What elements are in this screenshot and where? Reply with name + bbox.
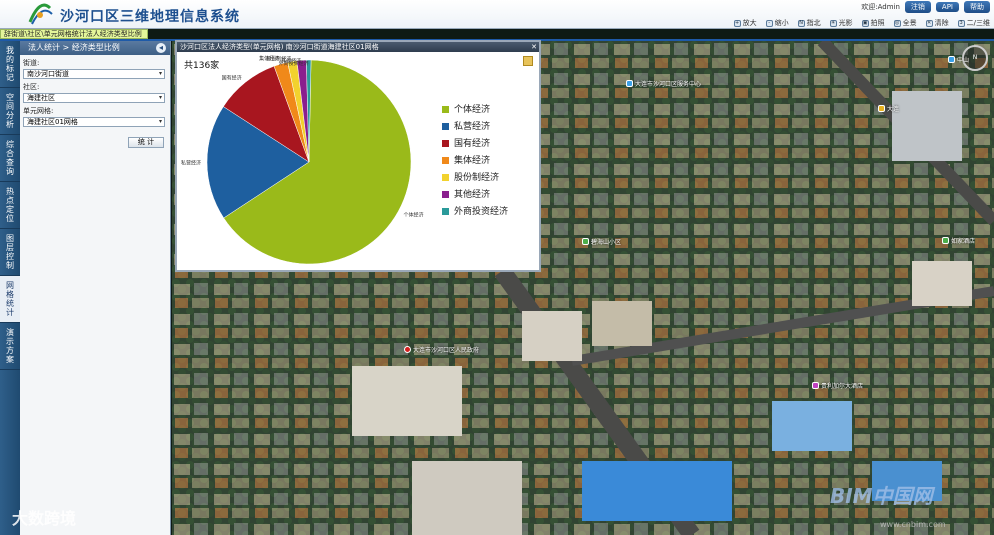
app-header: 沙河口区三维地理信息系统 欢迎:Admin 注销 API 帮助 + 放大 - 缩小 … — [0, 0, 994, 29]
view-toggle-button[interactable]: 3 二/三维 — [957, 18, 990, 28]
tab-layers[interactable]: 图层控制 — [0, 229, 20, 276]
legend-swatch — [442, 106, 449, 113]
help-button[interactable]: 帮助 — [964, 1, 990, 13]
chart-window-titlebar[interactable]: 沙河口区法人经济类型(单元网格) 南沙河口街道海建社区01网格 ✕ — [177, 42, 539, 52]
pin-icon — [404, 346, 411, 353]
map-toolbar: + 放大 - 缩小 N 指北 ☀ 光影 ▣ 拍照 ◎ 全景 ✕ 清除 3 二/三维 — [733, 18, 990, 28]
legend-swatch — [442, 123, 449, 130]
back-icon[interactable]: ◂ — [156, 43, 166, 53]
pin-icon — [878, 105, 885, 112]
pie-slice-label: 私营经济 — [181, 159, 201, 166]
legend-label: 国有经济 — [454, 137, 490, 149]
app-logo-icon — [28, 3, 53, 25]
grid-label: 单元网格: — [23, 107, 54, 115]
clear-button[interactable]: ✕ 清除 — [925, 18, 949, 28]
legend-label: 集体经济 — [454, 154, 490, 166]
street-label: 街道: — [23, 59, 40, 67]
watermark-left: 大数跨境 — [12, 509, 77, 528]
street-select[interactable]: 南沙河口街道 ▾ — [23, 69, 165, 79]
grid-select[interactable]: 海建社区01网格 ▾ — [23, 117, 165, 127]
welcome-text: 欢迎:Admin — [861, 3, 900, 11]
tab-hotspot[interactable]: 热点定位 — [0, 182, 20, 229]
breadcrumb: 辞街道\社区\单元网格统计法人经济类型比例 — [0, 29, 148, 39]
statistics-button[interactable]: 统 计 — [128, 137, 164, 148]
tab-spatial-analysis[interactable]: 空间分析 — [0, 88, 20, 135]
close-icon[interactable]: ✕ — [531, 42, 537, 52]
zoom-out-button[interactable]: - 缩小 — [765, 18, 789, 28]
user-area: 欢迎:Admin 注销 API 帮助 — [861, 1, 990, 13]
shadow-button[interactable]: ☀ 光影 — [829, 18, 853, 28]
map-label[interactable]: 大连市沙河口区人民政府 — [404, 345, 479, 354]
legend-label: 外商投资经济 — [454, 205, 508, 217]
map-label[interactable]: 大连市沙河口区服务中心 — [626, 79, 701, 88]
community-label: 社区: — [23, 83, 40, 91]
legend-swatch — [442, 191, 449, 198]
pie-slice-label: 外商投资经济 — [279, 60, 309, 67]
map-label[interactable]: 如家酒店 — [942, 236, 975, 245]
pin-icon — [948, 56, 955, 63]
panorama-button[interactable]: ◎ 全景 — [893, 18, 917, 28]
legend-swatch — [442, 174, 449, 181]
pie-slice-label: 国有经济 — [222, 75, 242, 82]
stats-panel: 法人统计 > 经济类型比例 ◂ 街道: 南沙河口街道 ▾ 社区: 海建社区 ▾ 单元… — [20, 41, 171, 535]
panel-header: 法人统计 > 经济类型比例 ◂ — [20, 41, 170, 55]
chart-window: 沙河口区法人经济类型(单元网格) 南沙河口街道海建社区01网格 ✕ 共136家 … — [175, 40, 541, 272]
tab-demo[interactable]: 演示方案 — [0, 323, 20, 370]
logout-button[interactable]: 注销 — [904, 1, 931, 13]
legend-swatch — [442, 208, 449, 215]
panorama-icon: ◎ — [893, 19, 901, 27]
api-button[interactable]: API — [935, 2, 959, 12]
legend-swatch — [442, 140, 449, 147]
chevron-down-icon: ▾ — [158, 70, 162, 77]
map-label[interactable]: 中山 — [948, 55, 969, 64]
pin-icon — [812, 382, 819, 389]
chevron-down-icon: ▾ — [158, 118, 162, 125]
app-title: 沙河口区三维地理信息系统 — [60, 9, 240, 25]
map-label[interactable]: 碧海山小区 — [582, 237, 621, 246]
pin-icon — [942, 237, 949, 244]
pin-icon — [626, 80, 633, 87]
chart-window-title: 沙河口区法人经济类型(单元网格) 南沙河口街道海建社区01网格 — [180, 43, 379, 51]
legend-label: 股份制经济 — [454, 171, 499, 183]
legend-label: 私营经济 — [454, 120, 490, 132]
view-toggle-icon: 3 — [957, 19, 965, 27]
map-label[interactable]: 大连 — [878, 104, 899, 113]
photo-button[interactable]: ▣ 拍照 — [861, 18, 885, 28]
pin-icon — [582, 238, 589, 245]
community-select[interactable]: 海建社区 ▾ — [23, 93, 165, 103]
panel-title: 法人统计 > 经济类型比例 — [28, 43, 120, 52]
camera-icon: ▣ — [861, 19, 869, 27]
north-button[interactable]: N 指北 — [797, 18, 821, 28]
legend-label: 个体经济 — [454, 103, 490, 115]
pie-chart: 个体经济私营经济国有经济集体经济股份制经济其他经济外商投资经济个体经济私营经济国… — [181, 55, 508, 265]
legend-swatch — [442, 157, 449, 164]
zoom-in-icon: + — [733, 19, 741, 27]
map-label[interactable]: 贵利加尔大酒店 — [812, 381, 863, 390]
watermark-right-url: www.cnbim.com — [880, 520, 946, 529]
sun-icon: ☀ — [829, 19, 837, 27]
tab-my-markers[interactable]: 我的标记 — [0, 41, 20, 88]
legend-label: 其他经济 — [454, 188, 490, 200]
pie-slice-label: 个体经济 — [404, 211, 424, 218]
side-tab-bar: 我的标记 空间分析 综合查询 热点定位 图层控制 网格统计 演示方案 — [0, 41, 20, 535]
eraser-icon: ✕ — [925, 19, 933, 27]
zoom-in-button[interactable]: + 放大 — [733, 18, 757, 28]
tab-query[interactable]: 综合查询 — [0, 135, 20, 182]
compass-icon: N — [797, 19, 805, 27]
tab-grid-stats[interactable]: 网格统计 — [0, 276, 20, 323]
chevron-down-icon: ▾ — [158, 94, 162, 101]
zoom-out-icon: - — [765, 19, 773, 27]
watermark-right: BIM中国网 — [830, 484, 933, 508]
